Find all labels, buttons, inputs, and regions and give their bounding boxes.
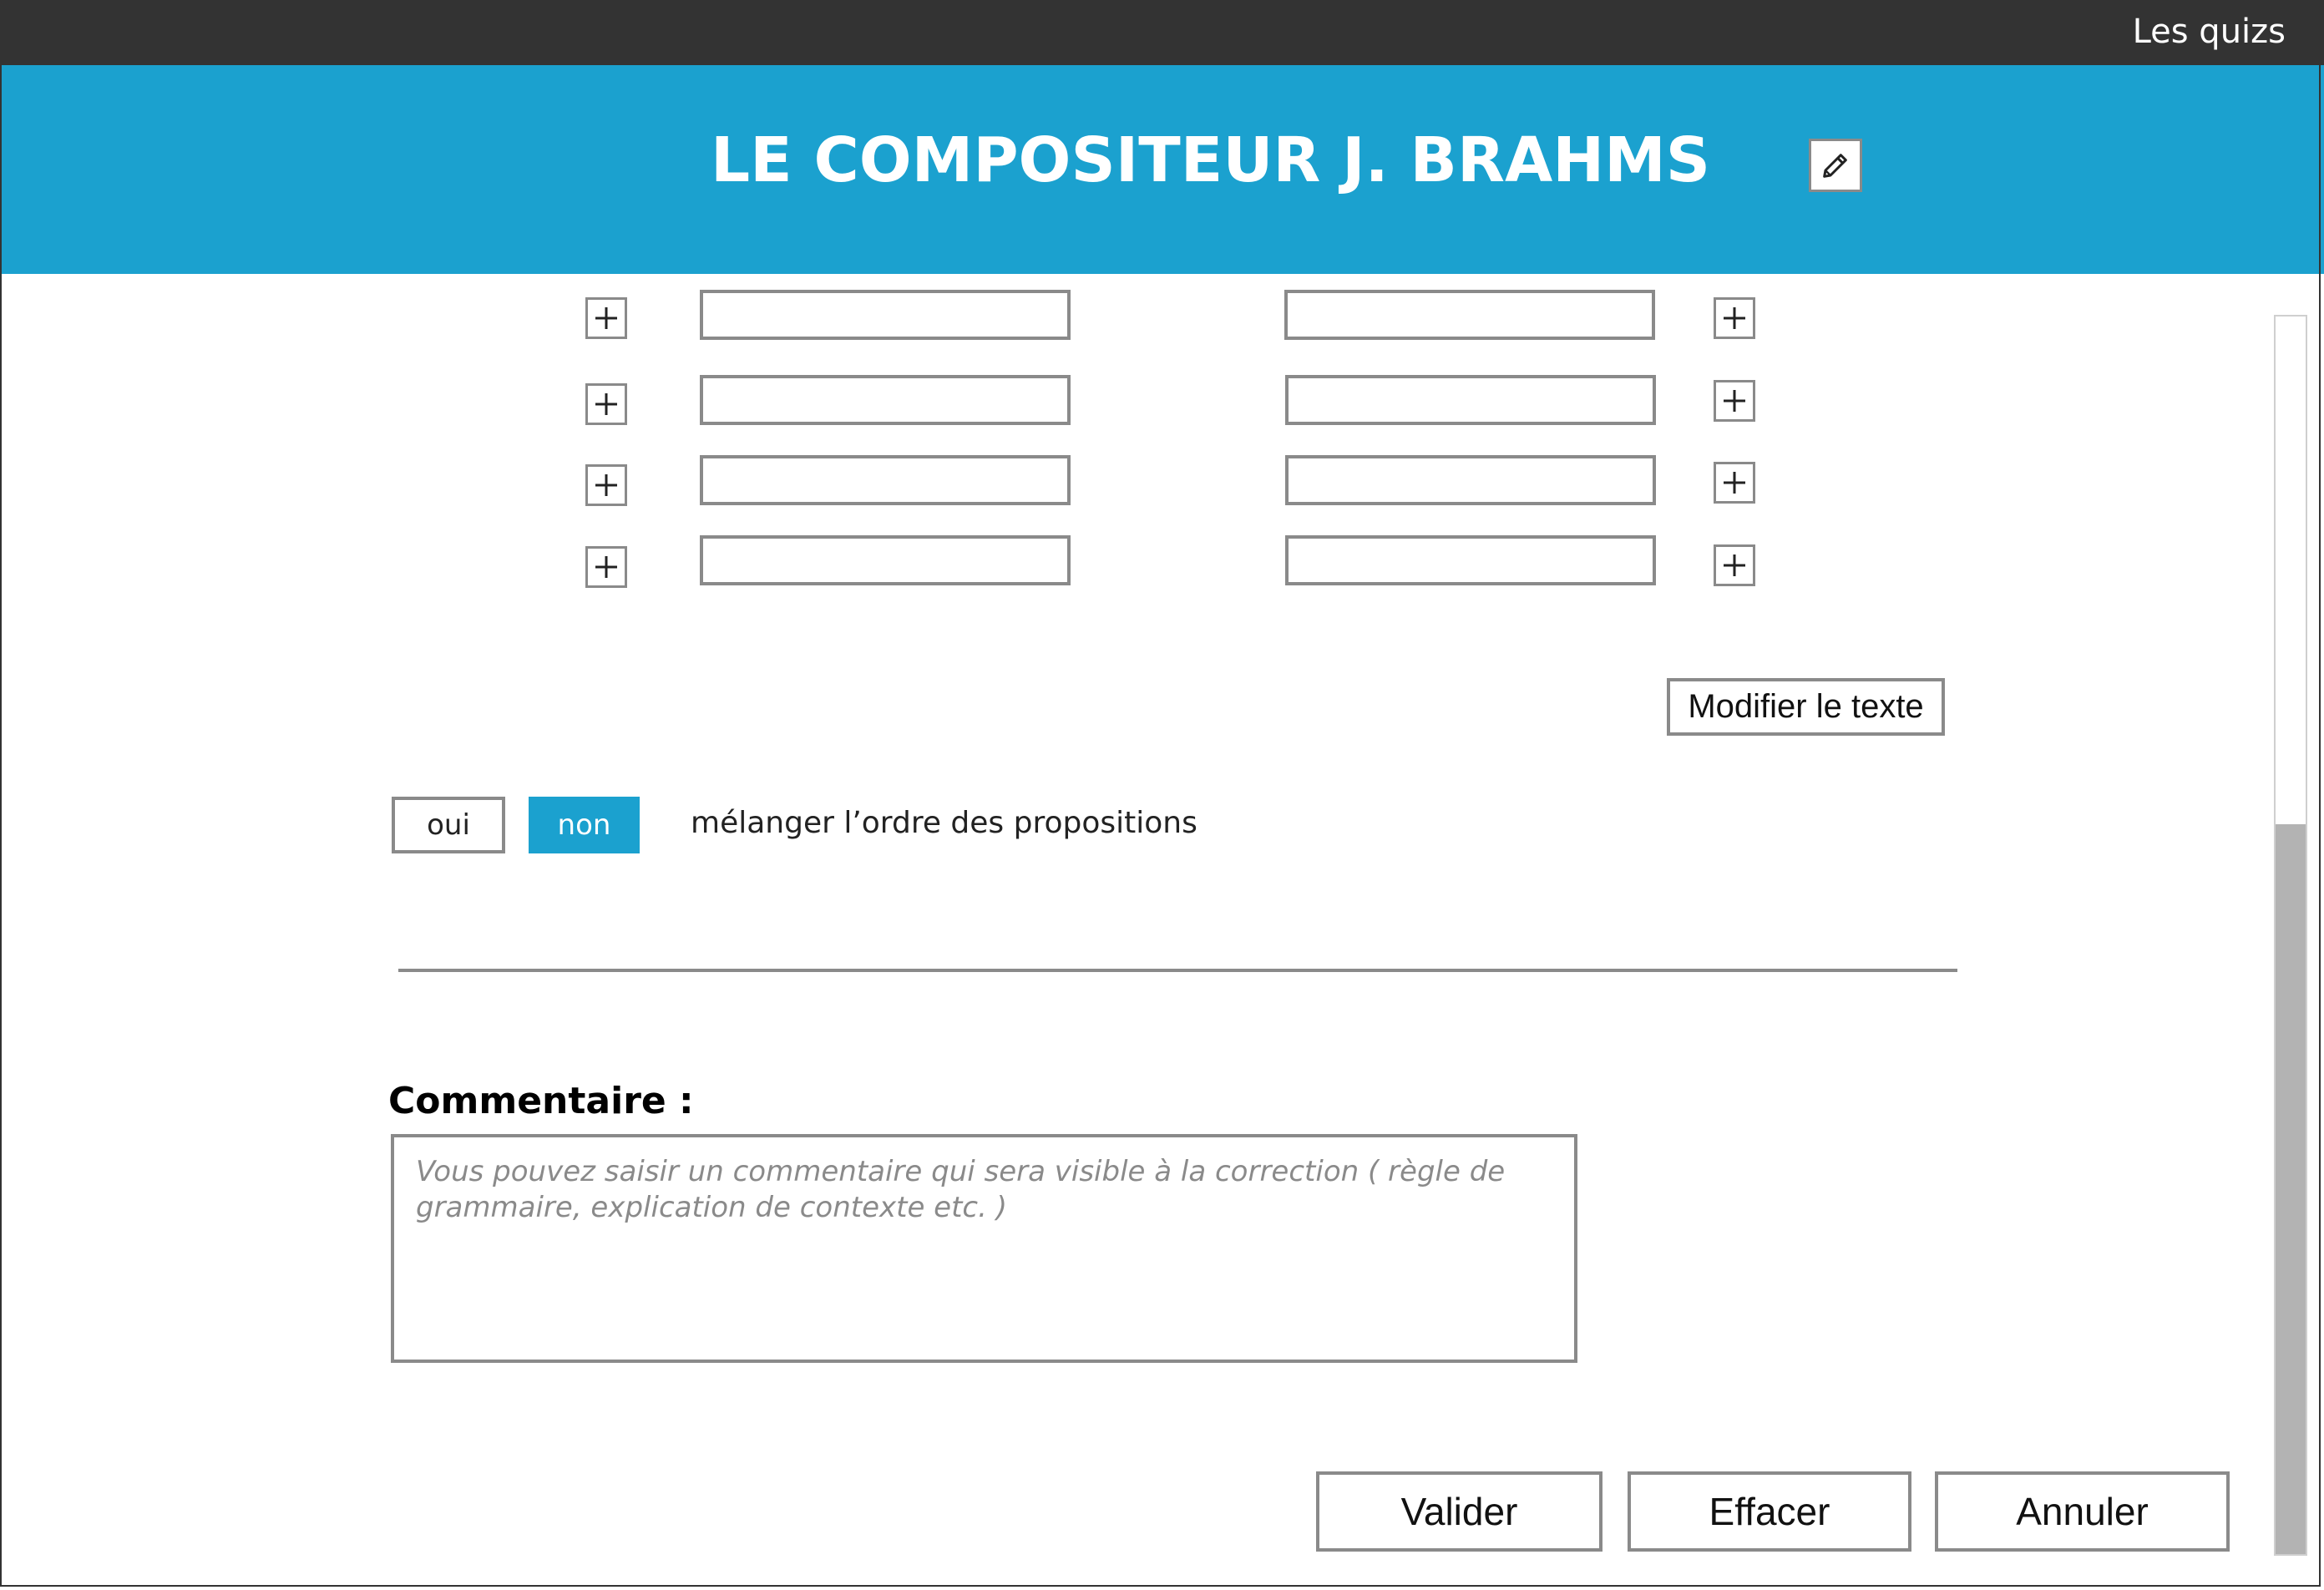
left-proposition-input-4[interactable]: [700, 535, 1071, 585]
left-proposition-input-1[interactable]: [700, 290, 1071, 340]
add-right-button-4[interactable]: [1714, 544, 1755, 586]
quiz-editor-window: Les quizs LE COMPOSITEUR J. BRAHMS Modif…: [0, 0, 2324, 1590]
comment-textarea[interactable]: [391, 1134, 1577, 1363]
section-divider: [398, 969, 1957, 972]
add-left-button-4[interactable]: [585, 546, 627, 588]
right-proposition-input-1[interactable]: [1284, 290, 1655, 340]
add-right-button-2[interactable]: [1714, 380, 1755, 422]
modify-text-button[interactable]: Modifier le texte: [1667, 678, 1945, 736]
shuffle-yes-button[interactable]: oui: [392, 797, 505, 853]
clear-button[interactable]: Effacer: [1628, 1471, 1911, 1552]
add-left-button-3[interactable]: [585, 464, 627, 506]
top-bar: Les quizs: [0, 0, 2324, 65]
shuffle-label: mélanger l’ordre des propositions: [691, 806, 1197, 840]
shuffle-no-button[interactable]: non: [529, 797, 640, 853]
vertical-scrollbar[interactable]: [2274, 315, 2307, 1556]
validate-button[interactable]: Valider: [1316, 1471, 1602, 1552]
right-proposition-input-2[interactable]: [1285, 375, 1656, 425]
left-proposition-input-3[interactable]: [700, 455, 1071, 505]
add-left-button-2[interactable]: [585, 383, 627, 425]
scrollbar-thumb[interactable]: [2276, 823, 2306, 1554]
comment-label: Commentaire :: [388, 1080, 694, 1122]
left-proposition-input-2[interactable]: [700, 375, 1071, 425]
right-proposition-input-3[interactable]: [1285, 455, 1656, 505]
add-right-button-1[interactable]: [1714, 297, 1755, 339]
quiz-title: LE COMPOSITEUR J. BRAHMS: [711, 124, 1711, 196]
right-proposition-input-4[interactable]: [1285, 535, 1656, 585]
add-left-button-1[interactable]: [585, 297, 627, 339]
pencil-icon: [1823, 154, 1847, 178]
quizzes-link[interactable]: Les quizs: [2133, 10, 2286, 53]
cancel-button[interactable]: Annuler: [1935, 1471, 2230, 1552]
add-right-button-3[interactable]: [1714, 462, 1755, 504]
edit-title-button[interactable]: [1809, 139, 1862, 192]
